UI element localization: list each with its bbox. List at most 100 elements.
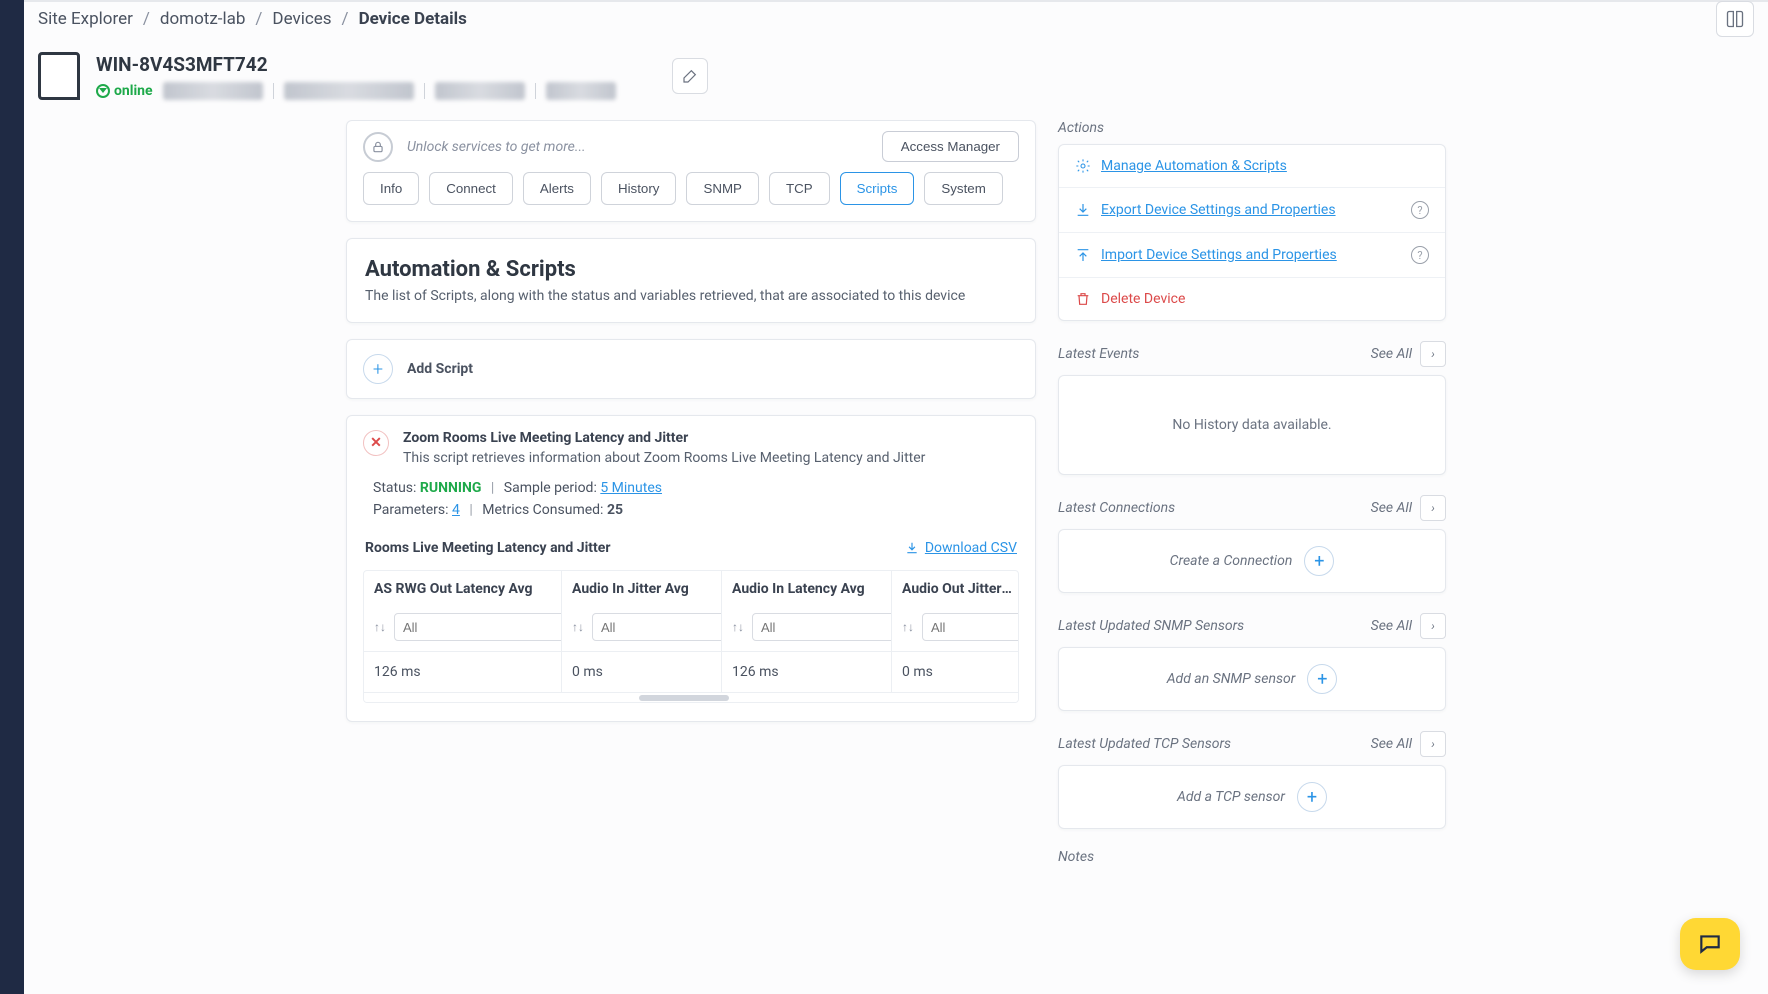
- tab-history[interactable]: History: [601, 172, 676, 205]
- section-header-card: Automation & Scripts The list of Scripts…: [346, 238, 1036, 323]
- download-csv-link[interactable]: Download CSV: [905, 540, 1017, 556]
- gear-icon: [1075, 158, 1091, 174]
- device-tag-blurred: [435, 82, 525, 100]
- book-icon: [1725, 9, 1745, 29]
- left-nav-rail[interactable]: [0, 0, 24, 994]
- cell: 0 ms: [562, 651, 722, 692]
- chat-icon: [1697, 931, 1723, 957]
- section-description: The list of Scripts, along with the stat…: [365, 288, 1017, 304]
- device-status: online: [96, 83, 153, 99]
- column-filter-input[interactable]: [922, 613, 1019, 641]
- docs-button[interactable]: [1716, 1, 1754, 37]
- events-title: Latest Events: [1058, 346, 1139, 362]
- add-script-label: Add Script: [407, 361, 473, 377]
- events-empty: No History data available.: [1172, 417, 1331, 433]
- column-filter-input[interactable]: [592, 613, 722, 641]
- table-title: Rooms Live Meeting Latency and Jitter: [365, 540, 610, 556]
- plus-icon: +: [1307, 664, 1337, 694]
- snmp-see-all[interactable]: See All ›: [1371, 613, 1446, 639]
- device-name: WIN-8V4S3MFT742: [96, 53, 616, 76]
- column-filter-input[interactable]: [394, 613, 562, 641]
- action-import-settings[interactable]: Import Device Settings and Properties ?: [1059, 233, 1445, 278]
- chevron-right-icon: ›: [1420, 613, 1446, 639]
- breadcrumb-current: Device Details: [359, 9, 467, 29]
- device-type-icon: [38, 52, 80, 100]
- actions-title: Actions: [1058, 120, 1446, 136]
- breadcrumb-item[interactable]: domotz-lab: [160, 9, 246, 29]
- horizontal-scrollbar[interactable]: [364, 692, 1018, 702]
- actions-panel: Manage Automation & Scripts Export Devic…: [1058, 144, 1446, 321]
- chevron-right-icon: ›: [1420, 495, 1446, 521]
- parameters-link[interactable]: 4: [452, 502, 460, 518]
- service-tabs-card: Unlock services to get more... Access Ma…: [346, 120, 1036, 222]
- sort-icon[interactable]: ↑↓: [572, 620, 584, 634]
- tcp-see-all[interactable]: See All ›: [1371, 731, 1446, 757]
- pencil-icon: [682, 68, 698, 84]
- status-label: Status:: [373, 480, 416, 496]
- help-icon[interactable]: ?: [1411, 201, 1429, 219]
- edit-device-button[interactable]: [672, 58, 708, 94]
- remove-script-button[interactable]: ✕: [363, 430, 389, 456]
- action-manage-scripts[interactable]: Manage Automation & Scripts: [1059, 145, 1445, 188]
- tab-scripts[interactable]: Scripts: [840, 172, 915, 205]
- metrics-table: AS RWG Out Latency Avg Audio In Jitter A…: [363, 570, 1019, 703]
- device-tabs: Info Connect Alerts History SNMP TCP Scr…: [347, 172, 1035, 221]
- create-connection-button[interactable]: Create a Connection +: [1058, 529, 1446, 593]
- action-export-settings[interactable]: Export Device Settings and Properties ?: [1059, 188, 1445, 233]
- breadcrumb: Site Explorer / domotz-lab / Devices / D…: [24, 2, 1768, 36]
- notes-title: Notes: [1058, 849, 1446, 865]
- tab-connect[interactable]: Connect: [429, 172, 513, 205]
- plus-icon: +: [363, 354, 393, 384]
- tab-system[interactable]: System: [924, 172, 1002, 205]
- events-see-all[interactable]: See All ›: [1371, 341, 1446, 367]
- metrics-label: Metrics Consumed:: [482, 502, 603, 518]
- sample-period-link[interactable]: 5 Minutes: [600, 480, 662, 496]
- upload-icon: [1075, 247, 1091, 263]
- plus-icon: +: [1304, 546, 1334, 576]
- tab-snmp[interactable]: SNMP: [686, 172, 759, 205]
- script-description: This script retrieves information about …: [403, 450, 1019, 466]
- tab-alerts[interactable]: Alerts: [523, 172, 591, 205]
- tab-tcp[interactable]: TCP: [769, 172, 830, 205]
- device-header: WIN-8V4S3MFT742 online: [24, 36, 1768, 120]
- add-script-card[interactable]: + Add Script: [346, 339, 1036, 399]
- sort-icon[interactable]: ↑↓: [902, 620, 914, 634]
- events-panel: No History data available.: [1058, 375, 1446, 475]
- access-manager-button[interactable]: Access Manager: [882, 131, 1019, 162]
- download-icon: [1075, 202, 1091, 218]
- column-header[interactable]: Audio In Jitter Avg: [562, 571, 722, 607]
- table-row: 126 ms 0 ms 126 ms 0 ms: [364, 651, 1018, 692]
- lock-icon: [363, 132, 393, 162]
- help-icon[interactable]: ?: [1411, 246, 1429, 264]
- parameters-label: Parameters:: [373, 502, 449, 518]
- breadcrumb-item[interactable]: Devices: [272, 9, 331, 29]
- add-snmp-sensor-button[interactable]: Add an SNMP sensor +: [1058, 647, 1446, 711]
- device-ip-blurred: [163, 82, 263, 100]
- tab-info[interactable]: Info: [363, 172, 419, 205]
- column-header[interactable]: AS RWG Out Latency Avg: [364, 571, 562, 607]
- metrics-value: 25: [607, 502, 623, 518]
- unlock-hint: Unlock services to get more...: [407, 139, 868, 155]
- device-mac-blurred: [284, 82, 414, 100]
- cell: 126 ms: [722, 651, 892, 692]
- cell: 0 ms: [892, 651, 1019, 692]
- column-header[interactable]: Audio Out Jitter Avg: [892, 571, 1019, 607]
- cell: 126 ms: [364, 651, 562, 692]
- online-icon: [96, 84, 110, 98]
- snmp-title: Latest Updated SNMP Sensors: [1058, 618, 1244, 634]
- download-icon: [905, 541, 919, 555]
- add-tcp-sensor-button[interactable]: Add a TCP sensor +: [1058, 765, 1446, 829]
- connections-see-all[interactable]: See All ›: [1371, 495, 1446, 521]
- column-filter-input[interactable]: [752, 613, 892, 641]
- chat-fab[interactable]: [1680, 918, 1740, 970]
- chevron-right-icon: ›: [1420, 341, 1446, 367]
- tcp-title: Latest Updated TCP Sensors: [1058, 736, 1231, 752]
- breadcrumb-item[interactable]: Site Explorer: [38, 9, 133, 29]
- plus-icon: +: [1297, 782, 1327, 812]
- device-extra-blurred: [546, 82, 616, 100]
- sort-icon[interactable]: ↑↓: [732, 620, 744, 634]
- action-delete-device[interactable]: Delete Device: [1059, 278, 1445, 320]
- sort-icon[interactable]: ↑↓: [374, 620, 386, 634]
- column-header[interactable]: Audio In Latency Avg: [722, 571, 892, 607]
- script-item: ✕ Zoom Rooms Live Meeting Latency and Ji…: [346, 415, 1036, 722]
